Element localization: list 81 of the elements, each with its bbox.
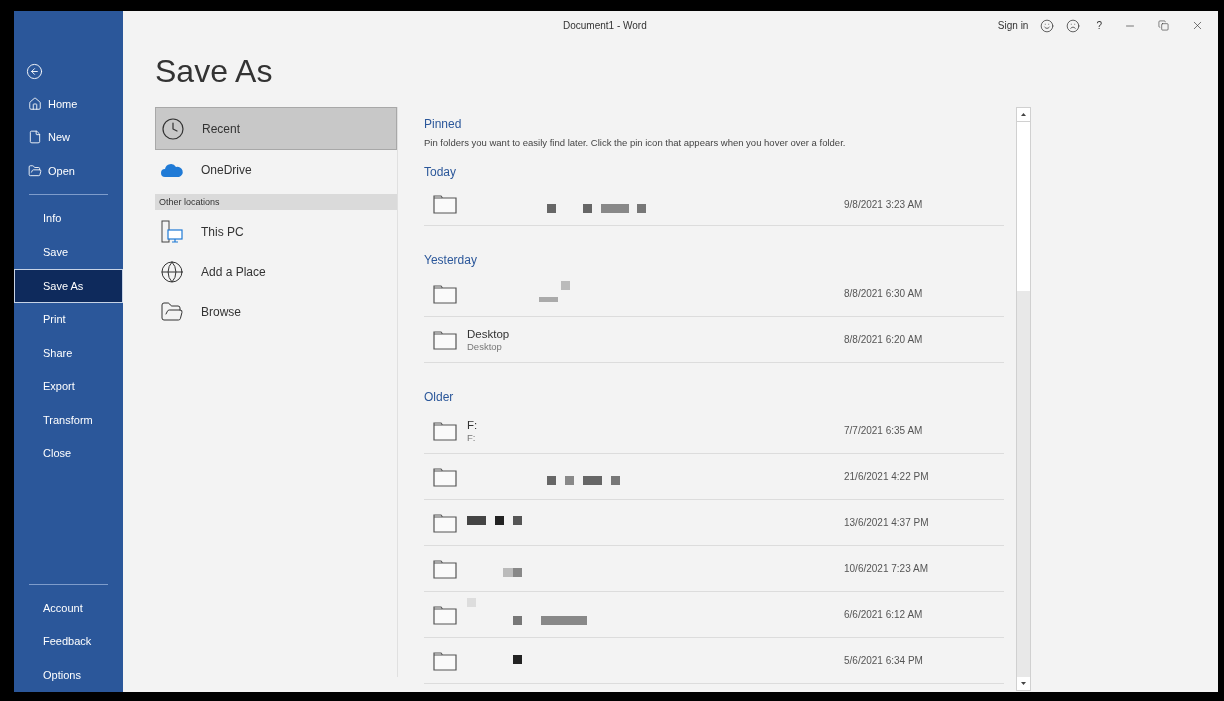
folder-icon — [433, 512, 457, 533]
section-title: Yesterday — [424, 252, 478, 269]
folder-row[interactable]: 5/6/2021 6:34 PM — [424, 638, 1004, 684]
home-icon — [28, 96, 42, 111]
folder-icon — [433, 604, 457, 625]
clock-icon — [161, 116, 185, 141]
folder-row[interactable]: 10/6/2021 7:23 AM — [424, 546, 1004, 592]
menu-item[interactable]: Save As — [14, 268, 123, 303]
folder-name: Desktop — [467, 326, 511, 341]
menu-item[interactable]: New — [14, 120, 123, 155]
section-title: Today — [424, 164, 458, 181]
menu-item[interactable]: Print — [14, 302, 123, 337]
folder-icon — [433, 329, 457, 350]
modified-date: 13/6/2021 4:37 PM — [844, 516, 930, 530]
folder-icon — [433, 283, 457, 304]
menu-item[interactable]: Transform — [14, 403, 123, 437]
menu-item[interactable]: Options — [14, 658, 123, 692]
modified-date: 7/7/2021 6:35 AM — [844, 424, 924, 438]
redacted-name-drawing — [467, 516, 522, 525]
globe-icon — [160, 260, 184, 284]
folder-icon — [433, 420, 457, 441]
location-item[interactable]: Recent — [155, 107, 397, 150]
back-icon[interactable] — [26, 62, 43, 80]
menu-item[interactable]: Home — [14, 87, 123, 121]
smile-icon[interactable] — [1040, 18, 1055, 33]
menu-item[interactable]: Close — [14, 436, 123, 471]
modified-date: 5/6/2021 6:34 PM — [844, 654, 924, 668]
folder-icon — [433, 650, 457, 671]
frown-icon[interactable] — [1066, 18, 1081, 33]
close-icon[interactable] — [1191, 19, 1204, 32]
redacted-name-drawing — [539, 281, 570, 302]
location-item[interactable]: Browse — [155, 292, 397, 332]
modified-date: 9/8/2021 3:23 AM — [844, 197, 924, 212]
section-header: Other locations — [155, 194, 397, 210]
sign-in-link[interactable]: Sign in — [997, 18, 1029, 33]
cloud-icon — [160, 162, 184, 178]
menu-item[interactable]: Info — [14, 201, 123, 236]
location-item[interactable]: OneDrive — [155, 150, 397, 190]
folder-icon — [28, 164, 42, 178]
location-item[interactable]: This PC — [155, 212, 397, 252]
window-title: Document1 - Word — [563, 19, 647, 33]
folder-row[interactable]: 9/8/2021 3:23 AM — [424, 183, 1004, 226]
section-title: Older — [424, 389, 455, 406]
menu-item[interactable]: Save — [14, 235, 123, 269]
document-icon — [28, 130, 42, 145]
menu-item[interactable]: Export — [14, 369, 123, 404]
pinned-description: Pin folders you want to easily find later. Click the pin icon that appears when you hover over a folder. — [424, 136, 847, 150]
redacted-name-drawing — [513, 655, 522, 664]
folder-path: F: — [467, 431, 477, 444]
menu-item[interactable]: Open — [14, 154, 123, 188]
scroll-down-icon[interactable] — [1017, 677, 1030, 690]
page-heading: Save As — [155, 52, 274, 90]
help-button[interactable]: ? — [1096, 18, 1102, 33]
folder-row[interactable]: 21/6/2021 4:22 PM — [424, 454, 1004, 500]
modified-date: 6/6/2021 6:12 AM — [844, 608, 924, 622]
folder-row[interactable]: 8/8/2021 6:30 AM — [424, 271, 1004, 317]
folder-row[interactable]: Desktop Desktop 8/8/2021 6:20 AM — [424, 317, 1004, 363]
folder-icon — [433, 194, 457, 214]
menu-item[interactable]: Share — [14, 336, 123, 370]
folder-row[interactable]: 6/6/2021 6:12 AM — [424, 592, 1004, 638]
computer-icon — [160, 220, 184, 244]
location-item[interactable]: Add a Place — [155, 252, 397, 292]
folder-path: Desktop — [467, 340, 503, 353]
redacted-name-drawing — [503, 568, 522, 577]
restore-icon[interactable] — [1158, 20, 1169, 31]
scrollbar[interactable] — [1016, 107, 1031, 691]
folder-row[interactable]: 13/6/2021 4:37 PM — [424, 500, 1004, 546]
modified-date: 8/8/2021 6:30 AM — [844, 287, 924, 301]
section-title: Pinned — [424, 116, 463, 133]
folder-icon — [433, 558, 457, 579]
scroll-up-icon[interactable] — [1017, 108, 1030, 121]
modified-date: 10/6/2021 7:23 AM — [844, 562, 929, 576]
folder-name: F: — [467, 417, 479, 432]
menu-item[interactable]: Account — [14, 591, 123, 625]
modified-date: 21/6/2021 4:22 PM — [844, 470, 930, 484]
menu-item[interactable]: Feedback — [14, 624, 123, 659]
modified-date: 8/8/2021 6:20 AM — [844, 333, 924, 347]
folder-row[interactable]: F: F: 7/7/2021 6:35 AM — [424, 408, 1004, 454]
folder-icon — [160, 300, 184, 324]
scroll-thumb[interactable] — [1017, 121, 1030, 291]
folder-icon — [433, 466, 457, 487]
